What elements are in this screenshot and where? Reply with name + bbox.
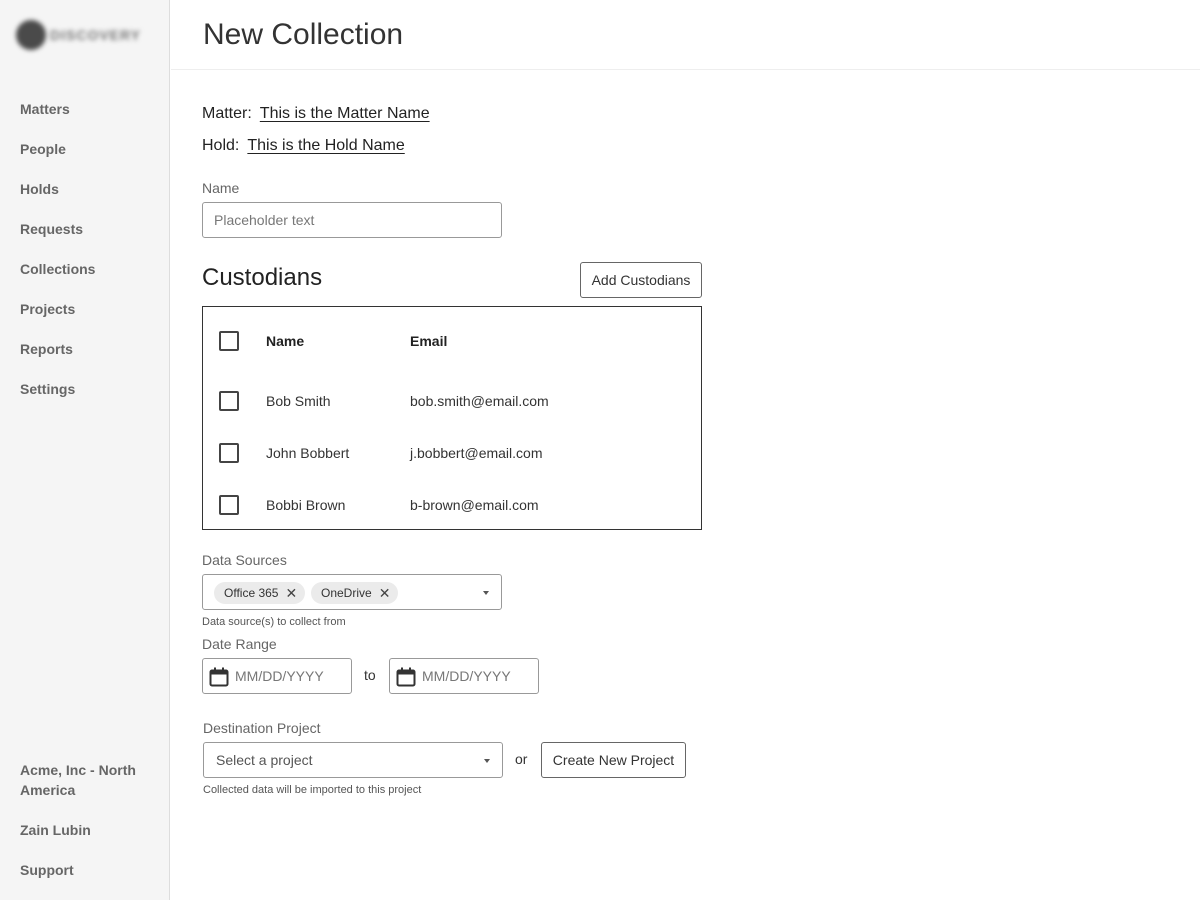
data-sources-label: Data Sources [202, 552, 287, 568]
sidebar-item-collections[interactable]: Collections [20, 259, 95, 279]
name-label: Name [202, 180, 240, 196]
account-switcher[interactable]: Acme, Inc - North America [20, 760, 150, 800]
name-input[interactable] [202, 202, 502, 238]
sidebar-item-people[interactable]: People [20, 139, 66, 159]
chip-onedrive: OneDrive ✕ [311, 582, 399, 604]
sidebar-item-reports[interactable]: Reports [20, 339, 73, 359]
sidebar: DISCOVERY Matters People Holds Requests … [0, 0, 170, 900]
select-all-checkbox[interactable] [219, 331, 239, 351]
chip-label: OneDrive [321, 586, 372, 600]
chevron-down-icon[interactable] [484, 759, 490, 763]
logo-text: DISCOVERY [50, 27, 141, 43]
custodian-email: j.bobbert@email.com [410, 445, 543, 461]
sidebar-item-settings[interactable]: Settings [20, 379, 75, 399]
destination-helper: Collected data will be imported to this … [203, 784, 422, 796]
add-custodians-button[interactable]: Add Custodians [580, 262, 702, 298]
project-select-placeholder: Select a project [216, 752, 313, 768]
calendar-icon[interactable] [209, 667, 229, 687]
row-checkbox[interactable] [219, 443, 239, 463]
page-header: New Collection [171, 0, 1200, 70]
hold-label: Hold: [202, 137, 240, 154]
date-range-separator: to [364, 667, 376, 683]
create-new-project-button[interactable]: Create New Project [541, 742, 686, 778]
custodian-email: bob.smith@email.com [410, 393, 549, 409]
sidebar-item-matters[interactable]: Matters [20, 99, 70, 119]
calendar-icon[interactable] [396, 667, 416, 687]
matter-label: Matter: [202, 105, 252, 122]
sidebar-item-requests[interactable]: Requests [20, 219, 83, 239]
data-sources-helper: Data source(s) to collect from [202, 616, 346, 628]
column-header-email: Email [410, 333, 448, 349]
custodians-title: Custodians [202, 264, 323, 291]
column-header-name: Name [266, 333, 305, 349]
sidebar-item-projects[interactable]: Projects [20, 299, 75, 319]
custodians-table: Name Email Bob Smith bob.smith@email.com… [202, 306, 702, 530]
remove-chip-icon[interactable]: ✕ [379, 585, 391, 602]
sidebar-item-holds[interactable]: Holds [20, 179, 59, 199]
matter-link[interactable]: This is the Matter Name [260, 105, 430, 122]
end-date-input[interactable]: MM/DD/YYYY [389, 658, 539, 694]
matter-row: Matter: This is the Matter Name [202, 104, 430, 124]
chip-label: Office 365 [224, 586, 279, 600]
or-text: or [515, 751, 528, 767]
logo[interactable]: DISCOVERY [16, 18, 150, 52]
start-date-input[interactable]: MM/DD/YYYY [202, 658, 352, 694]
hold-row: Hold: This is the Hold Name [202, 136, 405, 156]
support-link[interactable]: Support [20, 860, 150, 880]
remove-chip-icon[interactable]: ✕ [285, 585, 297, 602]
project-select[interactable]: Select a project [203, 742, 503, 778]
page-title: New Collection [203, 18, 404, 51]
end-date-placeholder: MM/DD/YYYY [422, 668, 511, 684]
hold-link[interactable]: This is the Hold Name [247, 137, 404, 154]
custodian-name: Bobbi Brown [266, 497, 346, 513]
date-range-label: Date Range [202, 636, 277, 652]
chip-office-365: Office 365 ✕ [214, 582, 306, 604]
row-checkbox[interactable] [219, 391, 239, 411]
chevron-down-icon[interactable] [483, 591, 489, 595]
custodian-email: b-brown@email.com [410, 497, 539, 513]
row-checkbox[interactable] [219, 495, 239, 515]
start-date-placeholder: MM/DD/YYYY [235, 668, 324, 684]
destination-project-label: Destination Project [203, 720, 321, 736]
user-menu[interactable]: Zain Lubin [20, 820, 150, 840]
data-sources-select[interactable]: Office 365 ✕ OneDrive ✕ [202, 574, 502, 610]
custodian-name: Bob Smith [266, 393, 331, 409]
custodian-name: John Bobbert [266, 445, 350, 461]
logo-mark-icon [16, 20, 46, 50]
